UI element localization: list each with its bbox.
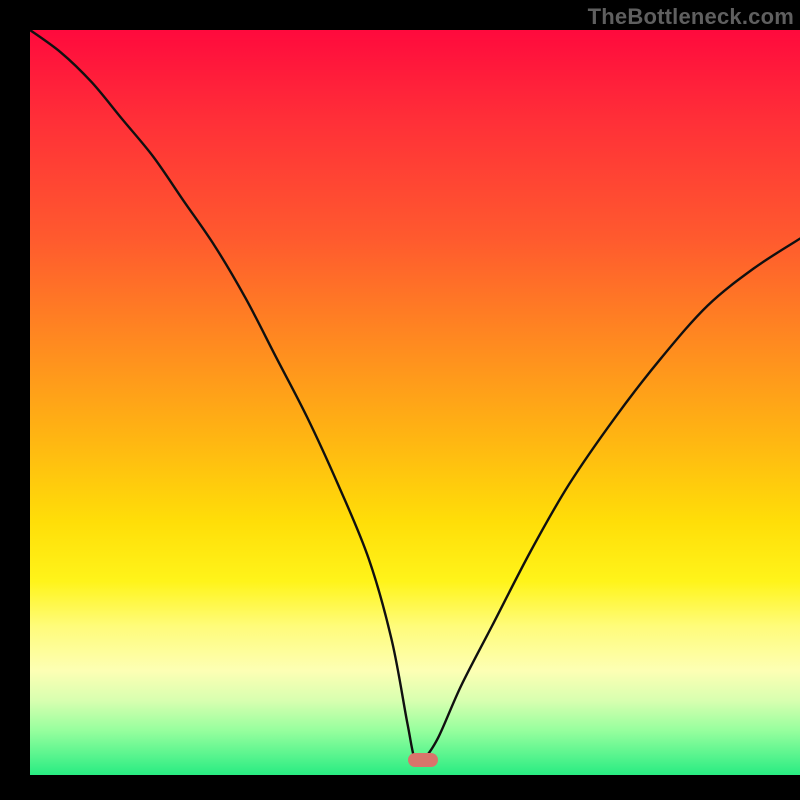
bottleneck-curve-path	[30, 30, 800, 764]
watermark-text: TheBottleneck.com	[588, 4, 794, 30]
plot-area	[30, 30, 800, 775]
chart-frame: TheBottleneck.com	[0, 0, 800, 800]
min-marker	[408, 753, 438, 767]
curve-layer	[30, 30, 800, 775]
